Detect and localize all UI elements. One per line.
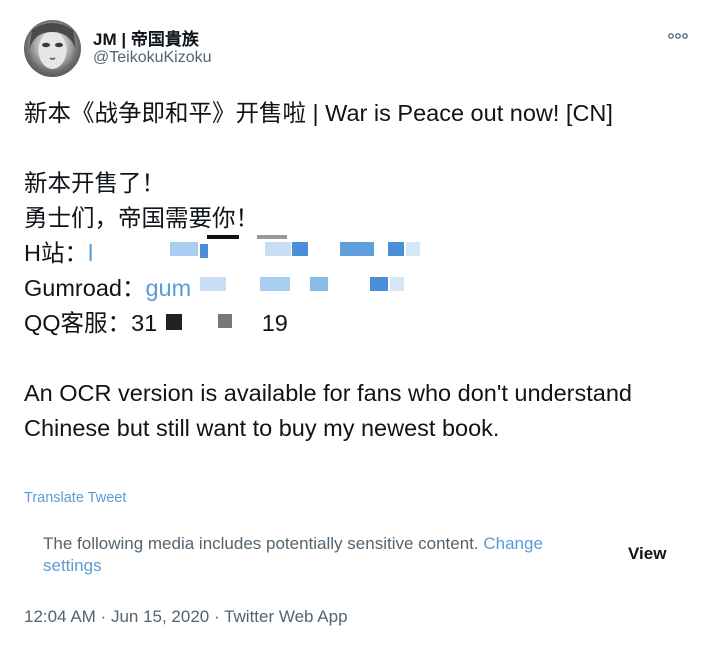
author-handle[interactable]: @TeikokuKizoku: [93, 49, 212, 67]
tweet-line-announcement: 新本开售了！: [24, 170, 165, 196]
redaction-mosaic: [199, 270, 410, 305]
avatar-portrait-icon: [29, 23, 76, 69]
qq-line: QQ客服：31 19: [24, 306, 696, 341]
redaction-block: [165, 305, 262, 340]
view-button[interactable]: View: [620, 542, 674, 566]
tweet-date: Jun 15, 2020: [110, 607, 210, 626]
tweet-text: 新本《战争即和平》开售啦 | War is Peace out now! [CN…: [24, 96, 696, 341]
tweet-time-link[interactable]: 12:04 AM · Jun 15, 2020: [24, 607, 209, 626]
tweet-line-call: 勇士们，帝国需要你！: [24, 201, 696, 236]
sensitive-content-notice: The following media includes potentially…: [43, 533, 603, 577]
tweet-ocr-paragraph: An OCR version is available for fans who…: [24, 380, 632, 441]
tweet-line-call-text: 勇士们，帝国需要你！: [24, 205, 259, 231]
meta-separator: ·: [209, 607, 225, 626]
tweet-source-link[interactable]: Twitter Web App: [224, 607, 347, 626]
more-options-icon[interactable]: [664, 26, 692, 46]
gumroad-label: Gumroad：: [24, 275, 146, 301]
redaction-bar: [207, 235, 287, 239]
gumroad-link[interactable]: gum: [145, 275, 191, 301]
tweet-meta: 12:04 AM · Jun 15, 2020 · Twitter Web Ap…: [24, 607, 348, 627]
tweet-title-line: 新本《战争即和平》开售啦 | War is Peace out now! [CN…: [24, 100, 613, 126]
qq-number-prefix: 31: [131, 310, 158, 336]
avatar[interactable]: [24, 20, 81, 77]
qq-label: QQ客服：: [24, 310, 132, 336]
h-site-link[interactable]: l: [88, 240, 93, 266]
author-display-name[interactable]: JM | 帝国貴族: [93, 25, 199, 50]
h-site-line: H站：l: [24, 236, 696, 271]
gumroad-line: Gumroad：gum: [24, 271, 696, 306]
translate-tweet-link[interactable]: Translate Tweet: [24, 490, 126, 506]
tweet-time: 12:04 AM: [24, 607, 96, 626]
sensitive-message: The following media includes potentially…: [43, 534, 484, 553]
h-site-label: H站：: [24, 240, 88, 266]
qq-number-suffix: 19: [261, 310, 288, 336]
